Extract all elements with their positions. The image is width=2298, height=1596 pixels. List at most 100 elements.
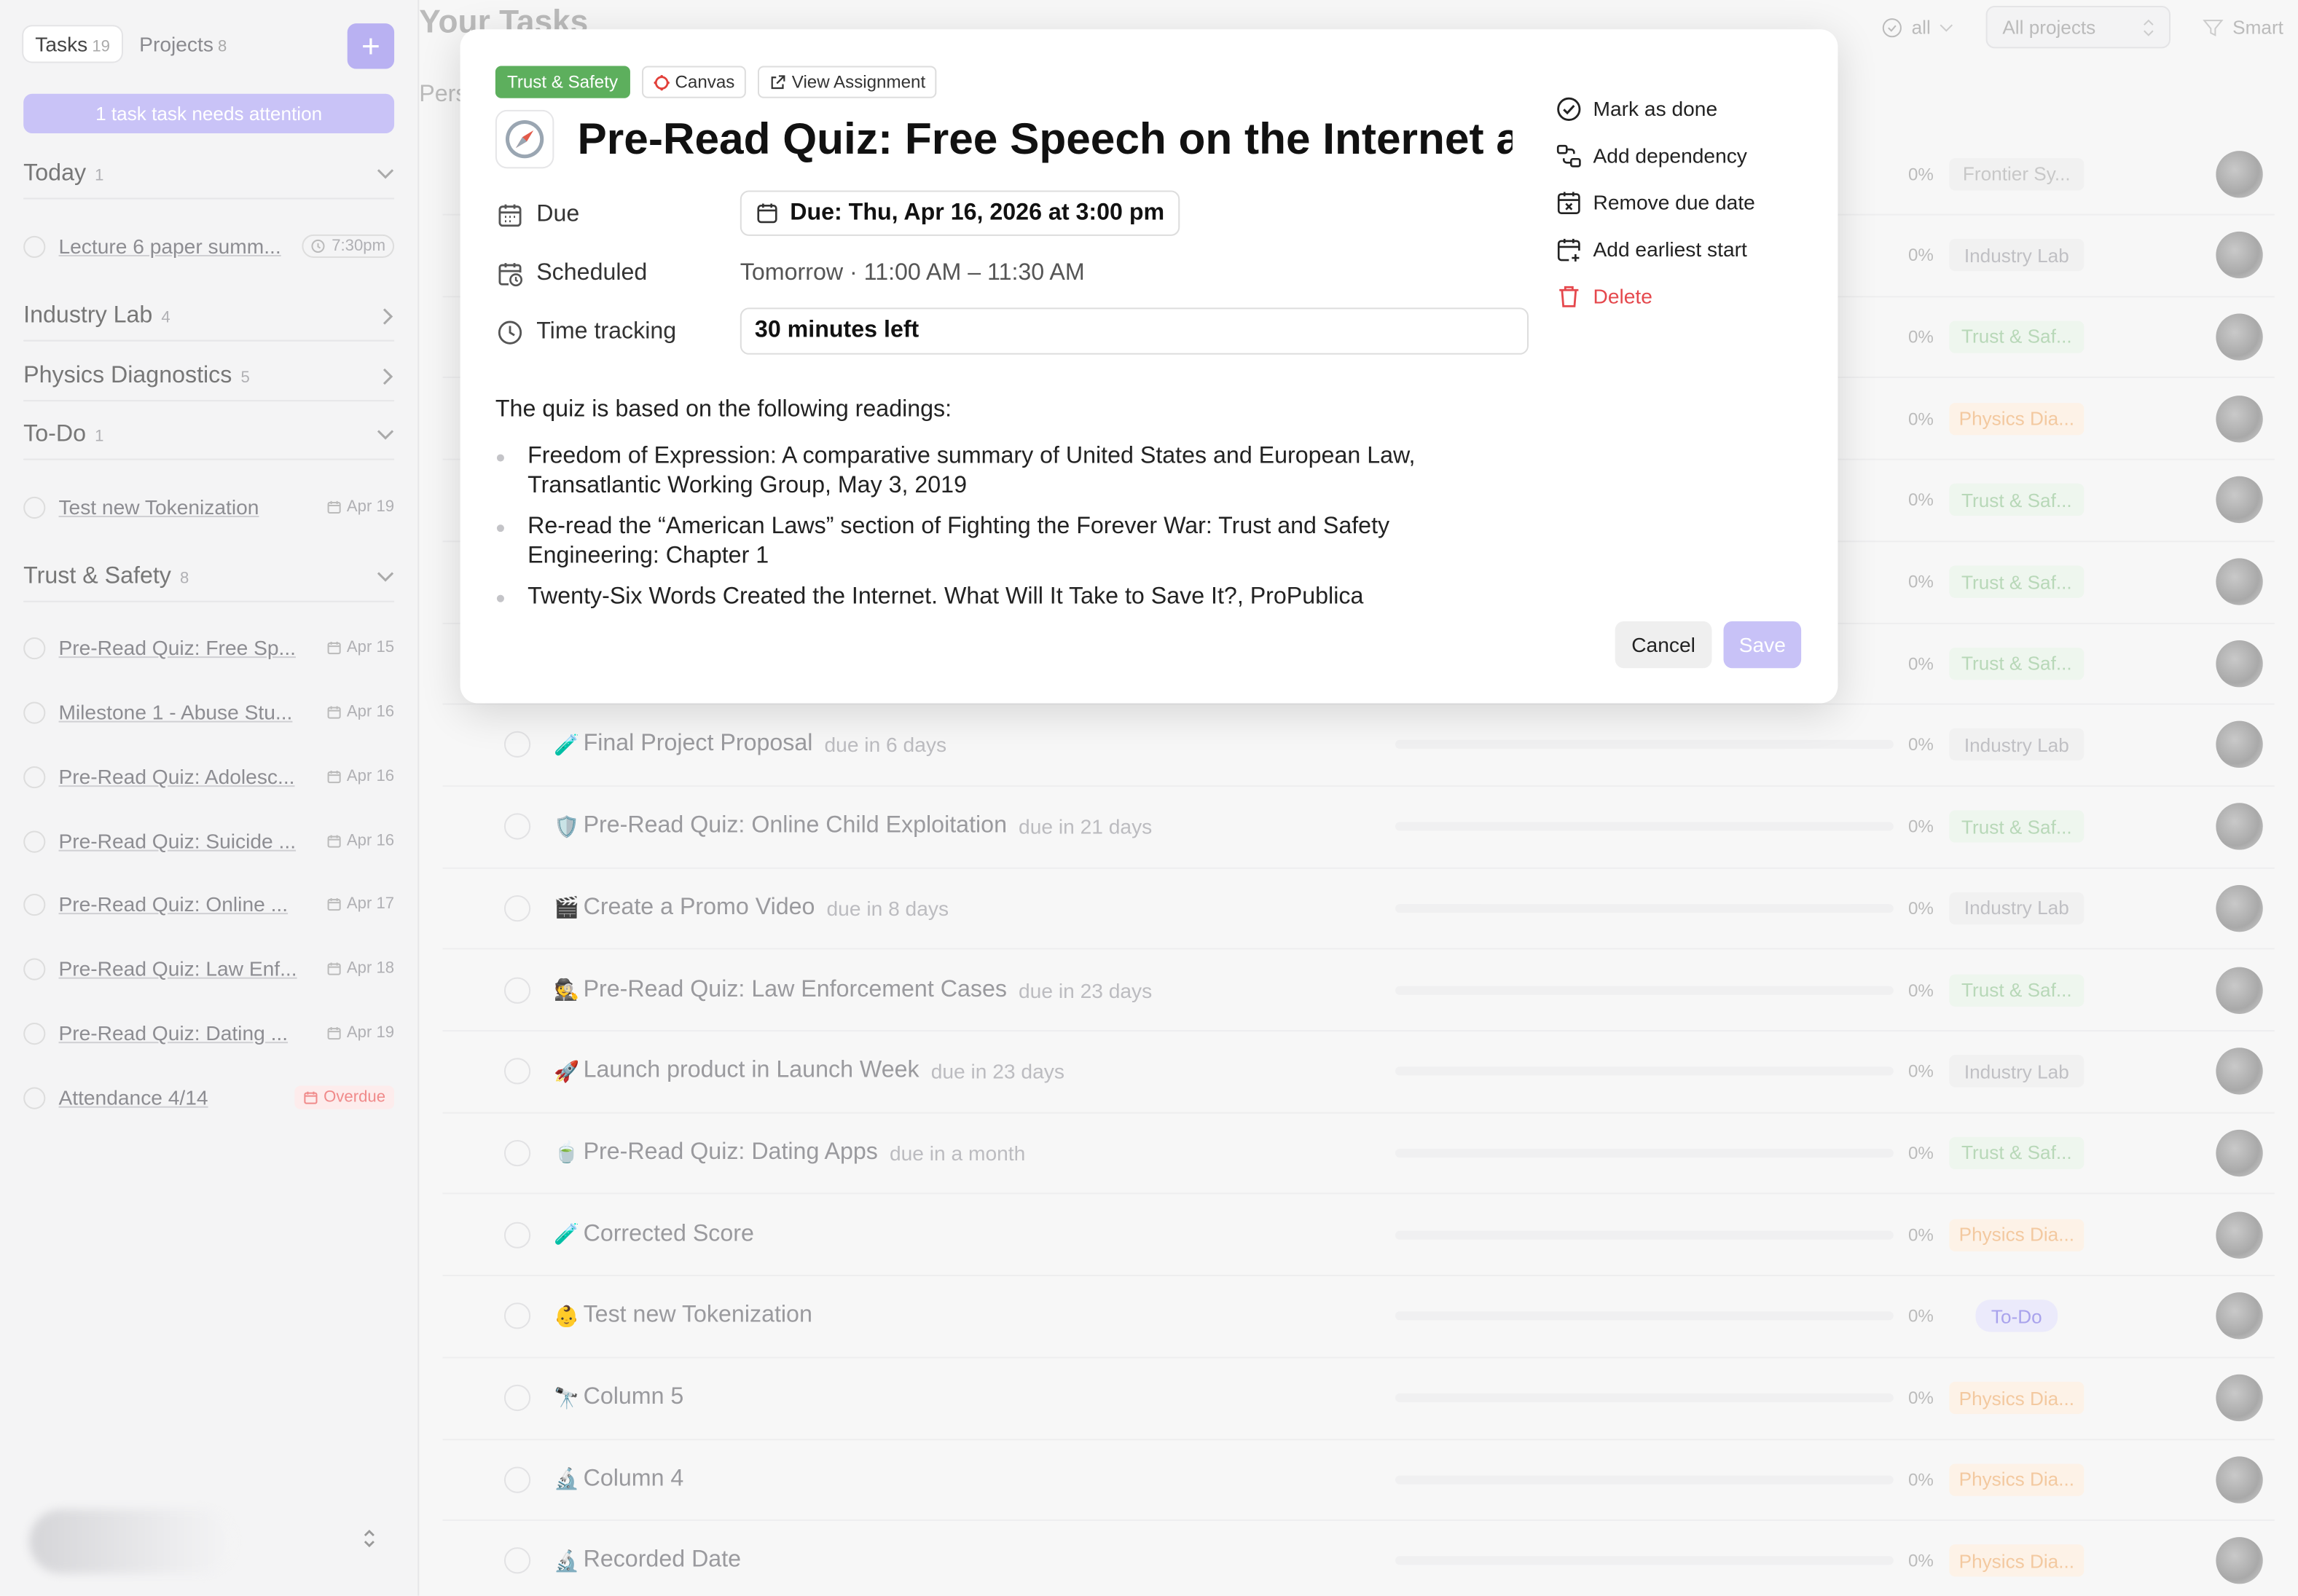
avatar[interactable]: [2216, 558, 2263, 605]
project-badge[interactable]: Trust & Saf...: [1949, 973, 2085, 1006]
task-checkbox[interactable]: [23, 235, 46, 258]
canvas-chip[interactable]: Canvas: [641, 66, 747, 98]
add-earliest-start-button[interactable]: Add earliest start: [1556, 226, 1755, 272]
section-industry-lab[interactable]: Industry Lab 4: [23, 291, 395, 342]
avatar[interactable]: [2216, 313, 2263, 361]
project-badge[interactable]: Trust & Saf...: [1949, 1136, 2085, 1169]
sidebar-task[interactable]: Pre-Read Quiz: Free Sp... Apr 15: [23, 630, 394, 665]
task-checkbox[interactable]: [23, 701, 46, 723]
projects-filter[interactable]: All projects: [1986, 6, 2171, 49]
sidebar-task[interactable]: Pre-Read Quiz: Dating ... Apr 19: [23, 1015, 394, 1050]
add-task-button[interactable]: +: [347, 23, 395, 69]
task-checkbox[interactable]: [503, 1302, 531, 1330]
task-emoji-button[interactable]: [495, 109, 554, 169]
sidebar-task[interactable]: Pre-Read Quiz: Law Enf... Apr 18: [23, 951, 394, 986]
avatar[interactable]: [2216, 884, 2263, 932]
project-badge[interactable]: Physics Dia...: [1949, 1544, 2085, 1578]
task-checkbox[interactable]: [503, 895, 531, 921]
task-title[interactable]: Pre-Read Quiz: Free Speech on the Intern…: [578, 110, 1513, 171]
cancel-button[interactable]: Cancel: [1615, 621, 1712, 669]
task-checkbox[interactable]: [23, 1022, 46, 1045]
avatar[interactable]: [2216, 476, 2263, 524]
project-badge[interactable]: Industry Lab: [1949, 892, 2085, 924]
chevron-updown-icon[interactable]: [362, 1528, 377, 1549]
status-filter[interactable]: all: [1867, 7, 1969, 47]
project-badge[interactable]: Industry Lab: [1949, 1055, 2085, 1088]
task-row[interactable]: 🔬 Recorded Date 0% Physics Dia...: [442, 1521, 2274, 1596]
mark-done-button[interactable]: Mark as done: [1556, 85, 1755, 132]
time-tracking-input[interactable]: 30 minutes left: [740, 307, 1529, 355]
task-description[interactable]: The quiz is based on the following readi…: [495, 396, 1521, 624]
project-badge[interactable]: Physics Dia...: [1949, 1463, 2085, 1496]
task-checkbox[interactable]: [503, 1466, 531, 1493]
task-checkbox[interactable]: [23, 957, 46, 980]
task-checkbox[interactable]: [23, 830, 46, 852]
save-button[interactable]: Save: [1723, 621, 1802, 669]
project-badge[interactable]: Physics Dia...: [1949, 402, 2085, 435]
sidebar-task[interactable]: Pre-Read Quiz: Adolesc... Apr 16: [23, 759, 394, 794]
task-checkbox[interactable]: [503, 1139, 531, 1166]
task-checkbox[interactable]: [23, 495, 46, 519]
project-badge[interactable]: Trust & Saf...: [1949, 484, 2085, 516]
task-checkbox[interactable]: [503, 976, 531, 1003]
project-badge[interactable]: To-Do: [1975, 1300, 2058, 1333]
project-badge[interactable]: Trust & Saf...: [1949, 810, 2085, 843]
due-date-button[interactable]: Due: Thu, Apr 16, 2026 at 3:00 pm: [740, 190, 1181, 236]
task-row[interactable]: 🕵 Pre-Read Quiz: Law Enforcement Cases due…: [442, 949, 2275, 1032]
delete-button[interactable]: Delete: [1556, 272, 1755, 319]
avatar[interactable]: [2216, 640, 2263, 687]
scheduled-value[interactable]: Tomorrow · 11:00 AM – 11:30 AM: [740, 261, 1085, 287]
section-todo[interactable]: To-Do 1: [23, 410, 395, 460]
avatar[interactable]: [2216, 1374, 2263, 1422]
sidebar-task[interactable]: Attendance 4/14 Overdue: [23, 1080, 395, 1115]
tab-projects[interactable]: Projects 8: [128, 26, 238, 61]
task-row[interactable]: 🍵 Pre-Read Quiz: Dating Apps due in a mont…: [442, 1113, 2275, 1195]
sidebar-task[interactable]: Test new Tokenization Apr 19: [23, 490, 394, 524]
project-badge[interactable]: Industry Lab: [1949, 239, 2085, 272]
project-badge[interactable]: Frontier Sy...: [1949, 157, 2085, 190]
avatar[interactable]: [2216, 803, 2263, 850]
remove-due-date-button[interactable]: Remove due date: [1556, 178, 1755, 225]
task-row[interactable]: 🔬 Column 4 0% Physics Dia...: [442, 1439, 2275, 1522]
project-badge[interactable]: Trust & Saf...: [1949, 647, 2085, 680]
task-checkbox[interactable]: [23, 766, 46, 788]
task-row[interactable]: 🔭 Column 5 0% Physics Dia...: [442, 1358, 2275, 1440]
task-checkbox[interactable]: [503, 813, 531, 840]
section-trust-safety[interactable]: Trust & Safety 8: [23, 552, 395, 602]
sidebar-task[interactable]: Pre-Read Quiz: Online ... Apr 17: [23, 887, 394, 921]
avatar[interactable]: [2216, 1047, 2263, 1095]
task-checkbox[interactable]: [503, 1221, 531, 1248]
sort-filter[interactable]: Smart: [2189, 7, 2298, 47]
task-row[interactable]: 🧪 Final Project Proposal due in 6 days 0% In…: [442, 704, 2275, 787]
attention-banner[interactable]: 1 task task needs attention: [23, 93, 395, 134]
sidebar-task[interactable]: Pre-Read Quiz: Suicide ... Apr 16: [23, 823, 394, 858]
task-row[interactable]: 🧪 Corrected Score 0% Physics Dia...: [442, 1195, 2275, 1277]
project-badge[interactable]: Trust & Saf...: [1949, 565, 2085, 598]
task-row[interactable]: 🚀 Launch product in Launch Week due in 23 …: [442, 1031, 2275, 1114]
sidebar-task[interactable]: Lecture 6 paper summ... 7:30pm: [23, 229, 395, 264]
project-badge[interactable]: Physics Dia...: [1949, 1218, 2085, 1251]
avatar[interactable]: [2216, 150, 2263, 197]
task-checkbox[interactable]: [503, 1384, 531, 1412]
avatar[interactable]: [2216, 1129, 2263, 1177]
task-checkbox[interactable]: [23, 1086, 46, 1109]
section-today[interactable]: Today 1: [23, 149, 395, 200]
avatar[interactable]: [2216, 966, 2263, 1013]
task-checkbox[interactable]: [503, 731, 531, 758]
avatar[interactable]: [2216, 232, 2263, 279]
task-row[interactable]: 🎬 Create a Promo Video due in 8 days 0% Indu…: [442, 868, 2275, 951]
avatar[interactable]: [2216, 1292, 2263, 1340]
task-checkbox[interactable]: [503, 1058, 531, 1085]
avatar[interactable]: [2216, 1537, 2263, 1585]
task-checkbox[interactable]: [23, 893, 46, 916]
avatar[interactable]: [2216, 1455, 2263, 1503]
project-badge[interactable]: Trust & Saf...: [1949, 321, 2085, 353]
task-row[interactable]: 🛡️ Pre-Read Quiz: Online Child Exploitati…: [442, 786, 2275, 869]
tab-tasks[interactable]: Tasks 19: [23, 26, 122, 62]
task-checkbox[interactable]: [23, 636, 46, 659]
project-tag[interactable]: Trust & Safety: [495, 66, 630, 98]
add-dependency-button[interactable]: Add dependency: [1556, 132, 1755, 178]
project-badge[interactable]: Industry Lab: [1949, 728, 2085, 761]
avatar[interactable]: [2216, 395, 2263, 442]
user-profile[interactable]: [29, 1509, 235, 1574]
